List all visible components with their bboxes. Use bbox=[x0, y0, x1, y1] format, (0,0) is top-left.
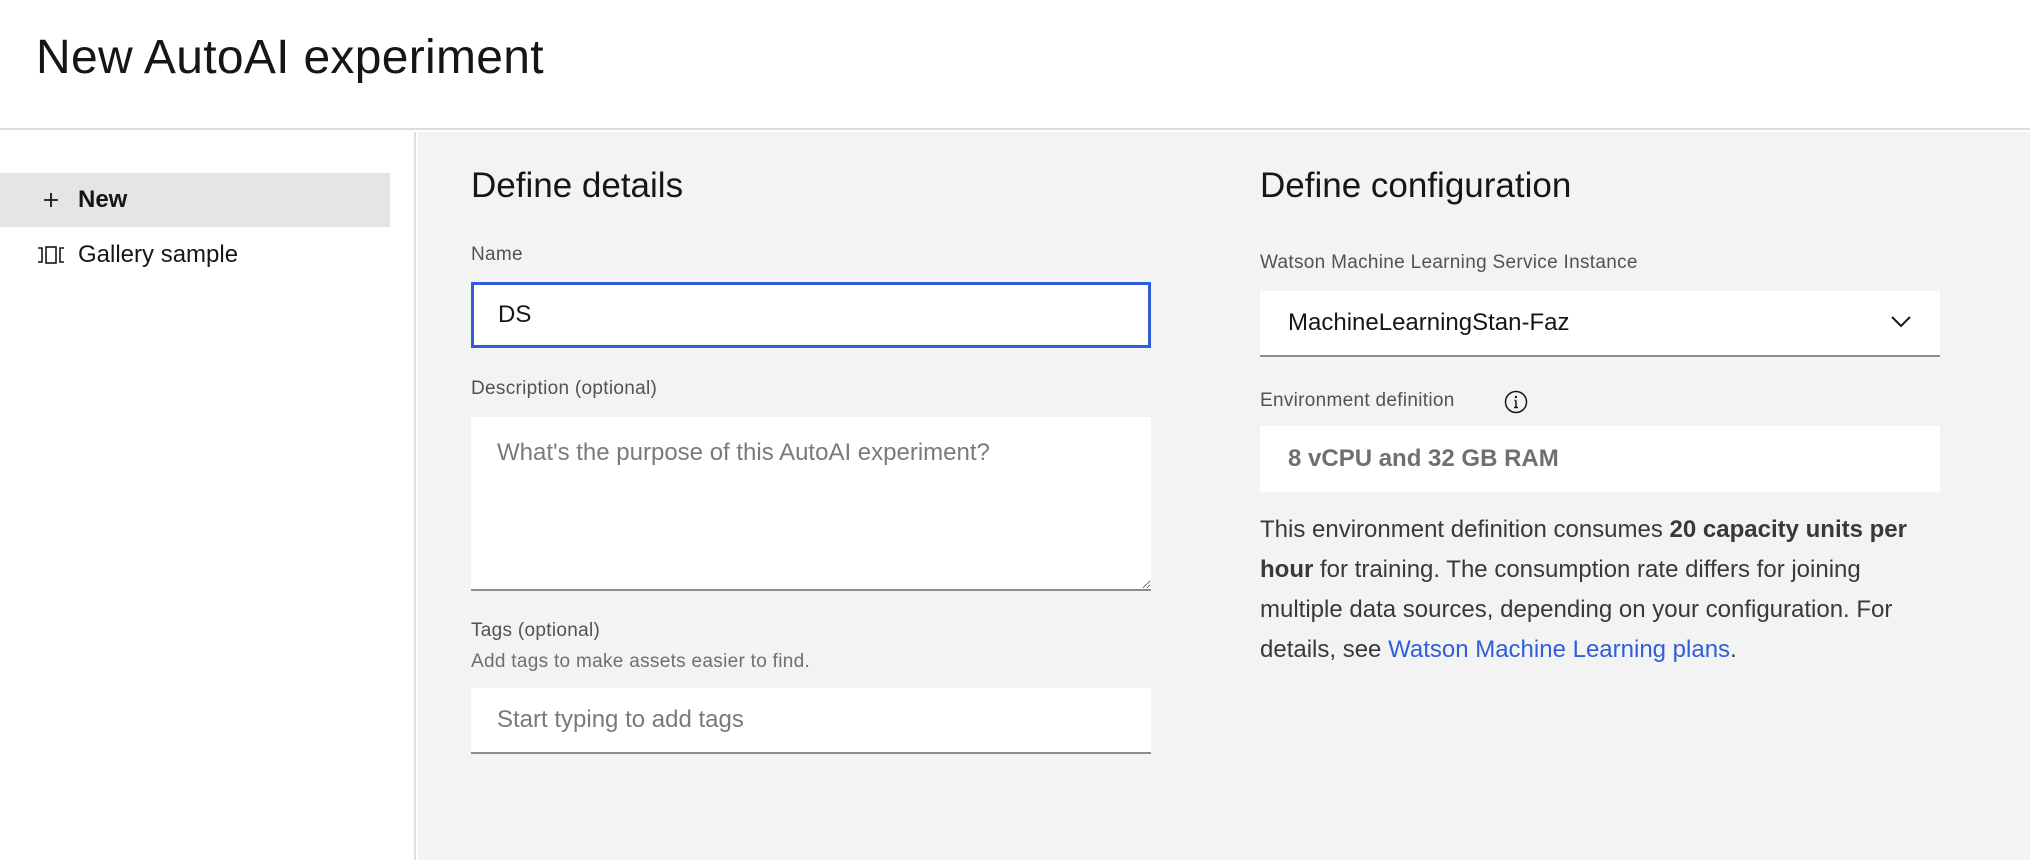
tags-input[interactable] bbox=[471, 688, 1151, 754]
tags-helper-text: Add tags to make assets easier to find. bbox=[471, 651, 811, 672]
name-input[interactable] bbox=[471, 282, 1151, 348]
tags-label: Tags (optional) bbox=[471, 620, 601, 641]
name-label: Name bbox=[471, 244, 523, 265]
environment-value: 8 vCPU and 32 GB RAM bbox=[1288, 445, 1559, 472]
service-instance-value: MachineLearningStan-Faz bbox=[1288, 309, 1570, 336]
info-text-prefix: This environment definition consumes bbox=[1260, 516, 1670, 543]
page-title: New AutoAI experiment bbox=[36, 31, 544, 84]
sidebar: New Gallery sample bbox=[0, 132, 416, 860]
environment-label: Environment definition bbox=[1260, 390, 1455, 411]
environment-definition-field: 8 vCPU and 32 GB RAM bbox=[1260, 426, 1940, 492]
plus-icon bbox=[36, 191, 66, 209]
description-input[interactable] bbox=[471, 417, 1151, 591]
page-header: New AutoAI experiment bbox=[0, 0, 2030, 130]
consumption-info-text: This environment definition consumes 20 … bbox=[1260, 510, 1950, 670]
info-text-suffix: . bbox=[1730, 636, 1737, 663]
gallery-icon bbox=[36, 244, 66, 266]
main-panel: Define details Name Description (optiona… bbox=[418, 132, 2030, 860]
details-heading: Define details bbox=[471, 166, 684, 205]
configuration-heading: Define configuration bbox=[1260, 166, 1572, 205]
sidebar-item-new[interactable]: New bbox=[0, 173, 390, 227]
sidebar-item-gallery-sample[interactable]: Gallery sample bbox=[0, 228, 390, 282]
info-icon[interactable] bbox=[1504, 390, 1528, 414]
service-instance-label: Watson Machine Learning Service Instance bbox=[1260, 252, 1638, 273]
chevron-down-icon bbox=[1890, 314, 1912, 333]
sidebar-item-label: Gallery sample bbox=[78, 241, 239, 268]
description-label: Description (optional) bbox=[471, 378, 658, 399]
service-instance-dropdown[interactable]: MachineLearningStan-Faz bbox=[1260, 291, 1940, 357]
watson-plans-link[interactable]: Watson Machine Learning plans bbox=[1388, 636, 1730, 663]
sidebar-item-label: New bbox=[78, 186, 128, 213]
